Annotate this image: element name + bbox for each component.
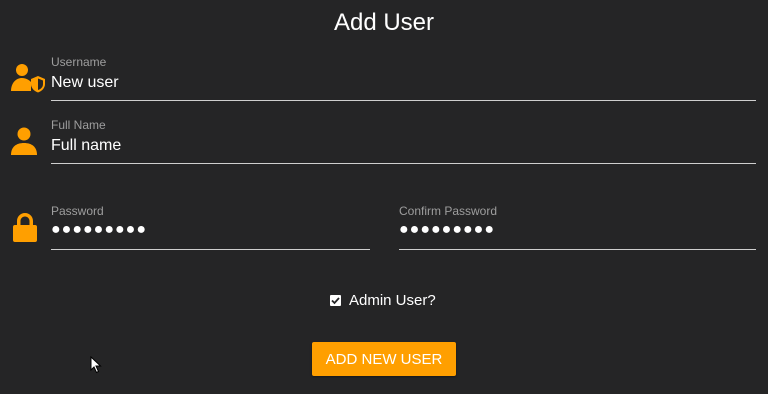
admin-user-toggle[interactable]: Admin User?	[330, 289, 436, 311]
add-user-dialog: Add User Username New user Full Name Ful…	[0, 0, 768, 394]
checkmark-icon	[331, 296, 340, 304]
full-name-field[interactable]: Full Name Full name	[51, 118, 756, 164]
password-field[interactable]: Password ●●●●●●●●●	[51, 204, 370, 250]
user-shield-icon	[10, 63, 45, 93]
full-name-label: Full Name	[51, 118, 106, 132]
full-name-underline	[51, 163, 756, 164]
add-new-user-button[interactable]: ADD NEW USER	[312, 342, 456, 376]
confirm-password-underline	[399, 249, 756, 250]
username-field[interactable]: Username New user	[51, 55, 756, 101]
mouse-cursor-icon	[90, 355, 102, 374]
username-input[interactable]: New user	[51, 73, 119, 93]
username-label: Username	[51, 55, 107, 69]
user-icon	[10, 126, 40, 156]
confirm-password-input[interactable]: ●●●●●●●●●	[399, 220, 495, 240]
confirm-password-field[interactable]: Confirm Password ●●●●●●●●●	[399, 204, 756, 250]
full-name-input[interactable]: Full name	[51, 136, 121, 156]
confirm-password-label: Confirm Password	[399, 204, 498, 218]
password-underline	[51, 249, 370, 250]
password-label: Password	[51, 204, 104, 218]
admin-user-label: Admin User?	[349, 291, 436, 309]
username-underline	[51, 100, 756, 101]
lock-icon	[11, 212, 41, 242]
dialog-title: Add User	[333, 9, 435, 36]
password-input[interactable]: ●●●●●●●●●	[51, 220, 147, 240]
admin-user-checkbox[interactable]	[330, 294, 341, 306]
